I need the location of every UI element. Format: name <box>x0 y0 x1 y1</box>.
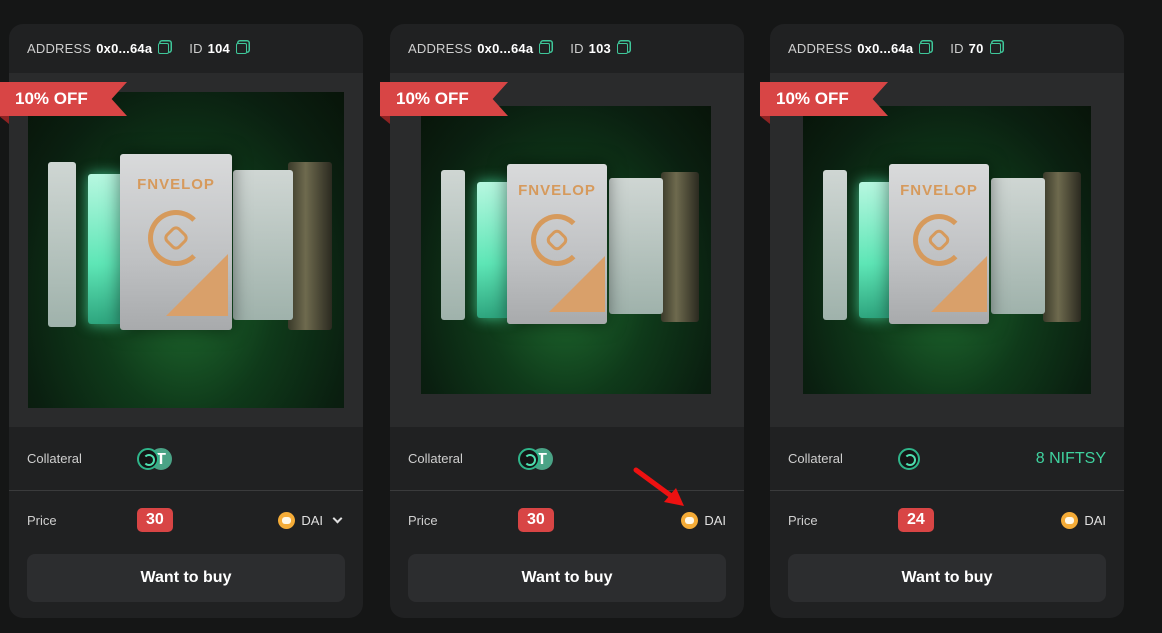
address-label: ADDRESS <box>408 41 473 56</box>
price-row: Price 30 DAI <box>9 491 363 549</box>
niftsy-icon <box>137 447 159 470</box>
currency-label: DAI <box>301 512 323 528</box>
copy-address-icon[interactable] <box>158 43 170 54</box>
brand-label: FNVELOP <box>518 182 596 199</box>
price-value: 30 <box>137 508 173 532</box>
chevron-down-icon[interactable] <box>332 513 343 523</box>
collateral-label: Collateral <box>408 451 463 466</box>
price-label: Price <box>27 512 57 528</box>
id-label: ID <box>950 41 964 56</box>
address-value: 0x0...64a <box>857 41 914 56</box>
copy-id-icon[interactable] <box>616 43 628 54</box>
card-header: ADDRESS 0x0...64a ID 70 <box>770 24 1124 73</box>
copy-address-icon[interactable] <box>919 43 931 54</box>
collateral-amount: 8 NIFTSY <box>1035 449 1106 467</box>
dai-icon <box>278 511 296 529</box>
copy-id-icon[interactable] <box>235 43 247 54</box>
discount-badge: 10% OFF <box>0 82 127 116</box>
address-value: 0x0...64a <box>477 41 534 56</box>
price-value: 30 <box>518 508 554 532</box>
brand-label: FNVELOP <box>137 176 215 193</box>
nft-card-70: ADDRESS 0x0...64a ID 70 FNVELOP 10% OFF … <box>760 24 1124 618</box>
want-to-buy-button[interactable]: Want to buy <box>27 554 345 602</box>
card-header: ADDRESS 0x0...64a ID 104 <box>9 24 363 73</box>
brand-label: FNVELOP <box>900 182 978 199</box>
price-value: 24 <box>898 508 934 532</box>
nft-image[interactable]: FNVELOP <box>390 73 744 427</box>
dai-icon <box>681 511 699 529</box>
nft-image[interactable]: FNVELOP <box>9 73 363 427</box>
copy-id-icon[interactable] <box>989 43 1001 54</box>
nft-card-104: ADDRESS 0x0...64a ID 104 FNVELOP 10% OFF… <box>0 24 363 618</box>
nft-artwork: FNVELOP <box>28 92 344 408</box>
id-value: 70 <box>968 41 984 56</box>
collateral-label: Collateral <box>27 451 82 466</box>
collateral-label: Collateral <box>788 451 843 466</box>
discount-badge: 10% OFF <box>380 82 508 116</box>
niftsy-icon <box>898 447 920 470</box>
id-label: ID <box>189 41 203 56</box>
price-label: Price <box>788 512 818 528</box>
currency-label: DAI <box>704 512 726 528</box>
collateral-row: Collateral 8 NIFTSY <box>770 427 1124 491</box>
discount-badge: 10% OFF <box>760 82 888 116</box>
nft-artwork: FNVELOP <box>803 106 1091 394</box>
dai-icon <box>1061 511 1079 529</box>
price-label: Price <box>408 512 438 528</box>
niftsy-icon <box>518 447 540 470</box>
want-to-buy-button[interactable]: Want to buy <box>408 554 726 602</box>
address-label: ADDRESS <box>788 41 853 56</box>
id-label: ID <box>570 41 584 56</box>
currency-display: DAI <box>1061 511 1106 529</box>
id-value: 103 <box>588 41 611 56</box>
id-value: 104 <box>207 41 230 56</box>
address-label: ADDRESS <box>27 41 92 56</box>
currency-selector[interactable]: DAI <box>278 511 345 529</box>
nft-image[interactable]: FNVELOP <box>770 73 1124 427</box>
red-arrow-icon <box>633 467 684 506</box>
currency-display: DAI <box>681 511 726 529</box>
copy-address-icon[interactable] <box>539 43 551 54</box>
collateral-row: Collateral T <box>9 427 363 491</box>
address-value: 0x0...64a <box>96 41 153 56</box>
currency-label: DAI <box>1084 512 1106 528</box>
price-row: Price 24 DAI <box>770 491 1124 549</box>
want-to-buy-button[interactable]: Want to buy <box>788 554 1106 602</box>
nft-artwork: FNVELOP <box>421 106 711 394</box>
nft-card-103: ADDRESS 0x0...64a ID 103 FNVELOP 10% OFF… <box>380 24 744 618</box>
card-header: ADDRESS 0x0...64a ID 103 <box>390 24 744 73</box>
